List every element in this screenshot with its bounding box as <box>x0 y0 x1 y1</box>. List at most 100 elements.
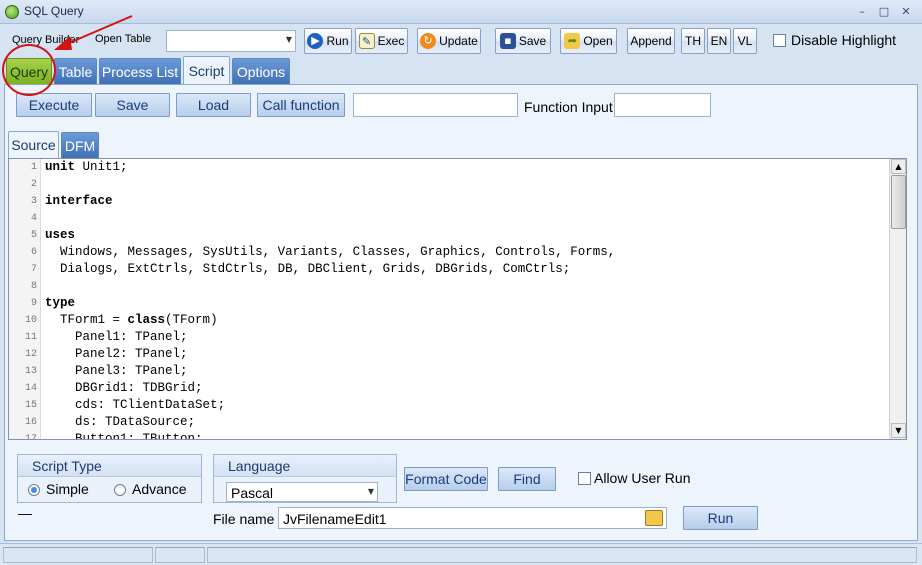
code-line: interface <box>45 194 113 208</box>
annotation-arrow-icon <box>54 15 133 50</box>
script-type-group: Script Type Simple Advance <box>17 454 202 503</box>
code-line: DBGrid1: TDBGrid; <box>45 381 203 395</box>
bottom-run-button[interactable]: Run <box>683 506 758 530</box>
folder-open-icon: ➦ <box>564 33 581 49</box>
line-number: 10 <box>24 315 37 326</box>
language-title: Language <box>214 455 396 477</box>
floppy-disk-icon: ▪ <box>499 33 516 49</box>
scroll-thumb[interactable] <box>891 175 906 229</box>
execute-button[interactable]: Execute <box>16 93 92 117</box>
folder-open-icon[interactable] <box>645 510 663 526</box>
code-line: Panel1: TPanel; <box>45 330 188 344</box>
line-number: 2 <box>30 179 37 190</box>
line-number: 13 <box>24 366 37 377</box>
language-value: Pascal <box>231 485 274 501</box>
save-button[interactable]: ▪ Save <box>495 28 551 54</box>
format-code-button[interactable]: Format Code <box>404 467 488 491</box>
call-function-button[interactable]: Call function <box>257 93 345 117</box>
refresh-icon: ↻ <box>420 33 437 49</box>
open-button[interactable]: ➦ Open <box>560 28 617 54</box>
th-button[interactable]: TH <box>681 28 705 54</box>
line-number: 6 <box>30 247 37 258</box>
tab-dfm[interactable]: DFM <box>61 132 99 158</box>
line-number: 1 <box>30 162 37 173</box>
scroll-down-arrow-icon[interactable]: ▼ <box>891 423 906 438</box>
advance-radio[interactable] <box>114 484 126 496</box>
language-group: Language Pascal ▼ <box>213 454 397 503</box>
save-label: Save <box>518 34 547 48</box>
tab-script[interactable]: Script <box>183 56 230 84</box>
chevron-down-icon: ▼ <box>367 487 374 496</box>
line-number: 7 <box>30 264 37 275</box>
find-button[interactable]: Find <box>498 467 556 491</box>
code-line: uses <box>45 228 76 242</box>
line-number: 12 <box>24 349 37 360</box>
function-name-input[interactable] <box>353 93 518 117</box>
run-button[interactable]: ▶ Run <box>304 28 352 54</box>
en-button[interactable]: EN <box>707 28 731 54</box>
code-line: Windows, Messages, SysUtils, Variants, C… <box>60 245 616 259</box>
status-panel-3 <box>207 547 917 563</box>
line-number: 9 <box>30 298 37 309</box>
tab-process-list[interactable]: Process List <box>99 58 181 84</box>
vl-button[interactable]: VL <box>733 28 757 54</box>
code-line: TForm1 = class(TForm) <box>45 313 218 327</box>
scroll-up-arrow-icon[interactable]: ▲ <box>891 159 906 174</box>
language-select[interactable]: Pascal ▼ <box>226 482 378 502</box>
status-bar <box>0 543 922 565</box>
line-number: 16 <box>24 417 37 428</box>
code-line: ds: TDataSource; <box>75 415 196 429</box>
code-line: cds: TClientDataSet; <box>75 398 226 412</box>
close-button[interactable]: ✕ <box>898 5 914 19</box>
allow-user-run-checkbox[interactable] <box>578 472 591 485</box>
code-line: Panel3: TPanel; <box>45 364 188 378</box>
vertical-scrollbar[interactable]: ▲ ▼ <box>889 159 906 439</box>
file-name-input[interactable]: JvFilenameEdit1 <box>278 507 667 529</box>
line-number: 4 <box>30 213 37 224</box>
simple-label: Simple <box>46 481 89 497</box>
line-number: 3 <box>30 196 37 207</box>
file-name-label: File name <box>213 511 275 527</box>
function-input-field[interactable] <box>614 93 711 117</box>
minimize-button[interactable]: – <box>854 5 870 19</box>
play-icon: ▶ <box>307 33 324 49</box>
dash-label: — <box>18 505 32 521</box>
line-number: 15 <box>24 400 37 411</box>
line-number: 17 <box>24 434 37 440</box>
table-select[interactable]: ▼ <box>166 30 296 52</box>
app-icon <box>5 5 19 19</box>
line-number: 14 <box>24 383 37 394</box>
line-number: 8 <box>30 281 37 292</box>
code-line: Panel2: TPanel; <box>45 347 188 361</box>
allow-user-run-label: Allow User Run <box>594 470 691 486</box>
file-name-value: JvFilenameEdit1 <box>283 511 387 527</box>
disable-highlight-checkbox[interactable] <box>773 34 786 47</box>
tab-options[interactable]: Options <box>232 58 290 84</box>
line-number: 11 <box>24 332 37 343</box>
line-number: 5 <box>30 230 37 241</box>
script-save-button[interactable]: Save <box>95 93 170 117</box>
tab-table[interactable]: Table <box>54 58 97 84</box>
update-label: Update <box>439 34 478 48</box>
update-button[interactable]: ↻ Update <box>417 28 481 54</box>
load-button[interactable]: Load <box>176 93 251 117</box>
simple-radio[interactable] <box>28 484 40 496</box>
tab-source[interactable]: Source <box>8 131 59 158</box>
script-type-title: Script Type <box>18 455 201 477</box>
open-label: Open <box>583 34 613 48</box>
exec-label: Exec <box>377 34 405 48</box>
code-line: unit Unit1; <box>45 160 128 174</box>
disable-highlight-label: Disable Highlight <box>791 32 897 48</box>
run-label: Run <box>326 34 349 48</box>
exec-button[interactable]: ✎ Exec <box>355 28 408 54</box>
function-input-label: Function Input <box>524 99 613 115</box>
code-editor[interactable]: 1 2 3 4 5 6 7 8 9 10 11 12 13 14 15 16 17 unit Unit1; int… <box>8 158 907 440</box>
maximize-button[interactable]: □ <box>876 5 892 19</box>
code-line: type <box>45 296 76 310</box>
chevron-down-icon: ▼ <box>285 35 292 44</box>
line-number-gutter: 1 2 3 4 5 6 7 8 9 10 11 12 13 14 15 16 17 <box>9 159 41 439</box>
status-panel-2 <box>155 547 205 563</box>
code-line: Button1: TButton; <box>45 432 203 440</box>
append-button[interactable]: Append <box>627 28 675 54</box>
code-line: Dialogs, ExtCtrls, StdCtrls, DB, DBClien… <box>60 262 571 276</box>
